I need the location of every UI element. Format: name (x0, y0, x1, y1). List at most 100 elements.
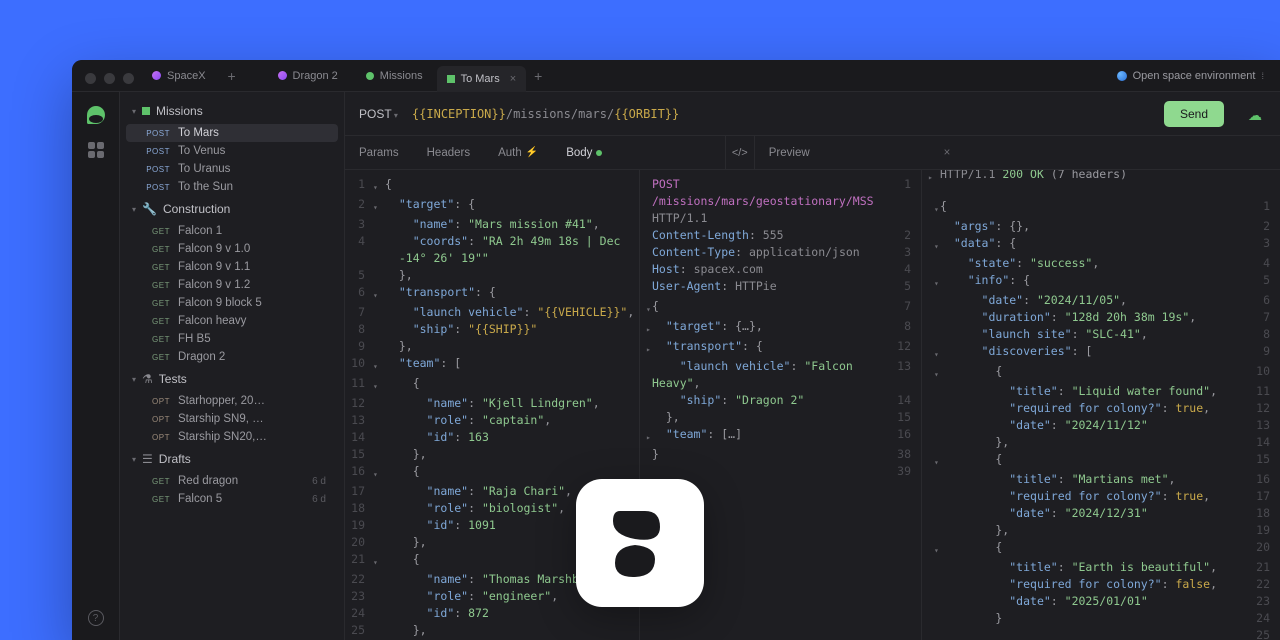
fold-icon[interactable] (373, 446, 385, 463)
fold-icon[interactable]: ▾ (640, 298, 652, 318)
file-tab[interactable]: To Mars× (437, 66, 527, 92)
sidebar-group-header[interactable]: ▾Missions (120, 98, 344, 124)
fold-icon[interactable] (640, 463, 652, 480)
sidebar-item[interactable]: GETFalcon 1 (126, 222, 338, 240)
fold-icon[interactable] (640, 261, 652, 278)
fold-icon[interactable]: ▸ (928, 170, 940, 186)
fold-icon[interactable] (373, 534, 385, 551)
fold-icon[interactable] (928, 576, 940, 593)
fold-icon[interactable] (640, 375, 652, 392)
sidebar-item[interactable]: GETFalcon heavy (126, 312, 338, 330)
fold-icon[interactable]: ▾ (373, 375, 385, 395)
tab-body[interactable]: Body (552, 136, 616, 169)
fold-icon[interactable]: ▸ (640, 318, 652, 338)
sidebar-item[interactable]: GETFalcon 9 v 1.0 (126, 240, 338, 258)
fold-icon[interactable] (928, 383, 940, 400)
fold-icon[interactable]: ▾ (928, 272, 940, 292)
fold-icon[interactable]: ▾ (928, 363, 940, 383)
fold-icon[interactable] (928, 559, 940, 576)
tab-params[interactable]: Params (345, 136, 413, 169)
fold-icon[interactable] (373, 483, 385, 500)
fold-icon[interactable] (373, 605, 385, 622)
project-tab[interactable]: SpaceX (152, 60, 220, 91)
add-tab-button[interactable]: + (526, 68, 550, 84)
code-icon[interactable]: </> (725, 136, 755, 169)
fold-icon[interactable]: ▾ (373, 355, 385, 375)
fold-icon[interactable] (373, 250, 385, 267)
fold-icon[interactable] (640, 176, 652, 193)
apps-grid-icon[interactable] (88, 142, 104, 158)
close-icon[interactable]: × (510, 73, 516, 85)
fold-icon[interactable] (928, 627, 940, 640)
file-tab[interactable]: Dragon 2 (264, 60, 352, 91)
fold-icon[interactable] (928, 255, 940, 272)
fold-icon[interactable]: ▾ (928, 451, 940, 471)
fold-icon[interactable] (928, 400, 940, 417)
fold-icon[interactable] (373, 304, 385, 321)
fold-icon[interactable] (640, 446, 652, 463)
fold-icon[interactable] (373, 571, 385, 588)
sidebar-item[interactable]: POSTTo Uranus (126, 160, 338, 178)
fold-icon[interactable] (373, 429, 385, 446)
fold-icon[interactable] (373, 588, 385, 605)
sidebar-item[interactable]: POSTTo Venus (126, 142, 338, 160)
fold-icon[interactable] (928, 326, 940, 343)
fold-icon[interactable] (373, 267, 385, 284)
fold-icon[interactable] (373, 233, 385, 250)
fold-icon[interactable] (640, 409, 652, 426)
fold-icon[interactable]: ▾ (373, 463, 385, 483)
cloud-icon[interactable] (1248, 107, 1266, 121)
sidebar-item[interactable]: POSTTo Mars (126, 124, 338, 142)
fold-icon[interactable] (640, 227, 652, 244)
fold-icon[interactable] (373, 500, 385, 517)
fold-icon[interactable] (640, 358, 652, 375)
sidebar-group-header[interactable]: ▾⚗Tests (120, 366, 344, 392)
sidebar-item[interactable]: GETFalcon 9 v 1.1 (126, 258, 338, 276)
fold-icon[interactable] (928, 218, 940, 235)
tab-headers[interactable]: Headers (413, 136, 484, 169)
fold-icon[interactable] (373, 321, 385, 338)
sidebar-item[interactable]: GETFalcon 9 block 5 (126, 294, 338, 312)
sidebar-item[interactable]: GETFH B5 (126, 330, 338, 348)
fold-icon[interactable] (640, 193, 652, 210)
traffic-lights[interactable] (85, 73, 134, 84)
fold-icon[interactable] (373, 216, 385, 233)
fold-icon[interactable] (373, 412, 385, 429)
environment-selector[interactable]: Open space environment ⁞ (1117, 70, 1264, 82)
app-logo-icon[interactable] (87, 106, 105, 124)
url-input[interactable]: {{INCEPTION}}/missions/mars/{{ORBIT}} (412, 107, 679, 121)
sidebar-group-header[interactable]: ▾🔧Construction (120, 196, 344, 222)
fold-icon[interactable]: ▾ (928, 539, 940, 559)
fold-icon[interactable] (928, 292, 940, 309)
file-tab[interactable]: Missions (352, 60, 437, 91)
fold-icon[interactable] (928, 417, 940, 434)
fold-icon[interactable] (928, 309, 940, 326)
close-preview-icon[interactable]: × (932, 147, 962, 159)
sidebar-item[interactable]: POSTTo the Sun (126, 178, 338, 196)
send-button[interactable]: Send (1164, 101, 1224, 127)
fold-icon[interactable]: ▾ (928, 198, 940, 218)
fold-icon[interactable] (373, 517, 385, 534)
fold-icon[interactable]: ▾ (928, 343, 940, 363)
fold-icon[interactable] (640, 392, 652, 409)
method-selector[interactable]: POST (359, 107, 398, 121)
fold-icon[interactable] (373, 395, 385, 412)
fold-icon[interactable] (928, 505, 940, 522)
fold-icon[interactable] (928, 522, 940, 539)
fold-icon[interactable]: ▸ (640, 338, 652, 358)
fold-icon[interactable] (640, 244, 652, 261)
sidebar-item[interactable]: GETRed dragon6 d (126, 472, 338, 490)
fold-icon[interactable] (928, 488, 940, 505)
help-icon[interactable]: ? (88, 610, 104, 626)
tab-preview[interactable]: Preview (755, 147, 824, 159)
fold-icon[interactable]: ▸ (640, 426, 652, 446)
fold-icon[interactable] (928, 593, 940, 610)
sidebar-item[interactable]: OPTStarhopper, 20… (126, 392, 338, 410)
fold-icon[interactable]: ▾ (373, 196, 385, 216)
sidebar-item[interactable]: OPTStarship SN9, … (126, 410, 338, 428)
fold-icon[interactable] (640, 210, 652, 227)
fold-icon[interactable] (373, 338, 385, 355)
fold-icon[interactable]: ▾ (373, 176, 385, 196)
fold-icon[interactable] (928, 610, 940, 627)
fold-icon[interactable] (640, 278, 652, 295)
